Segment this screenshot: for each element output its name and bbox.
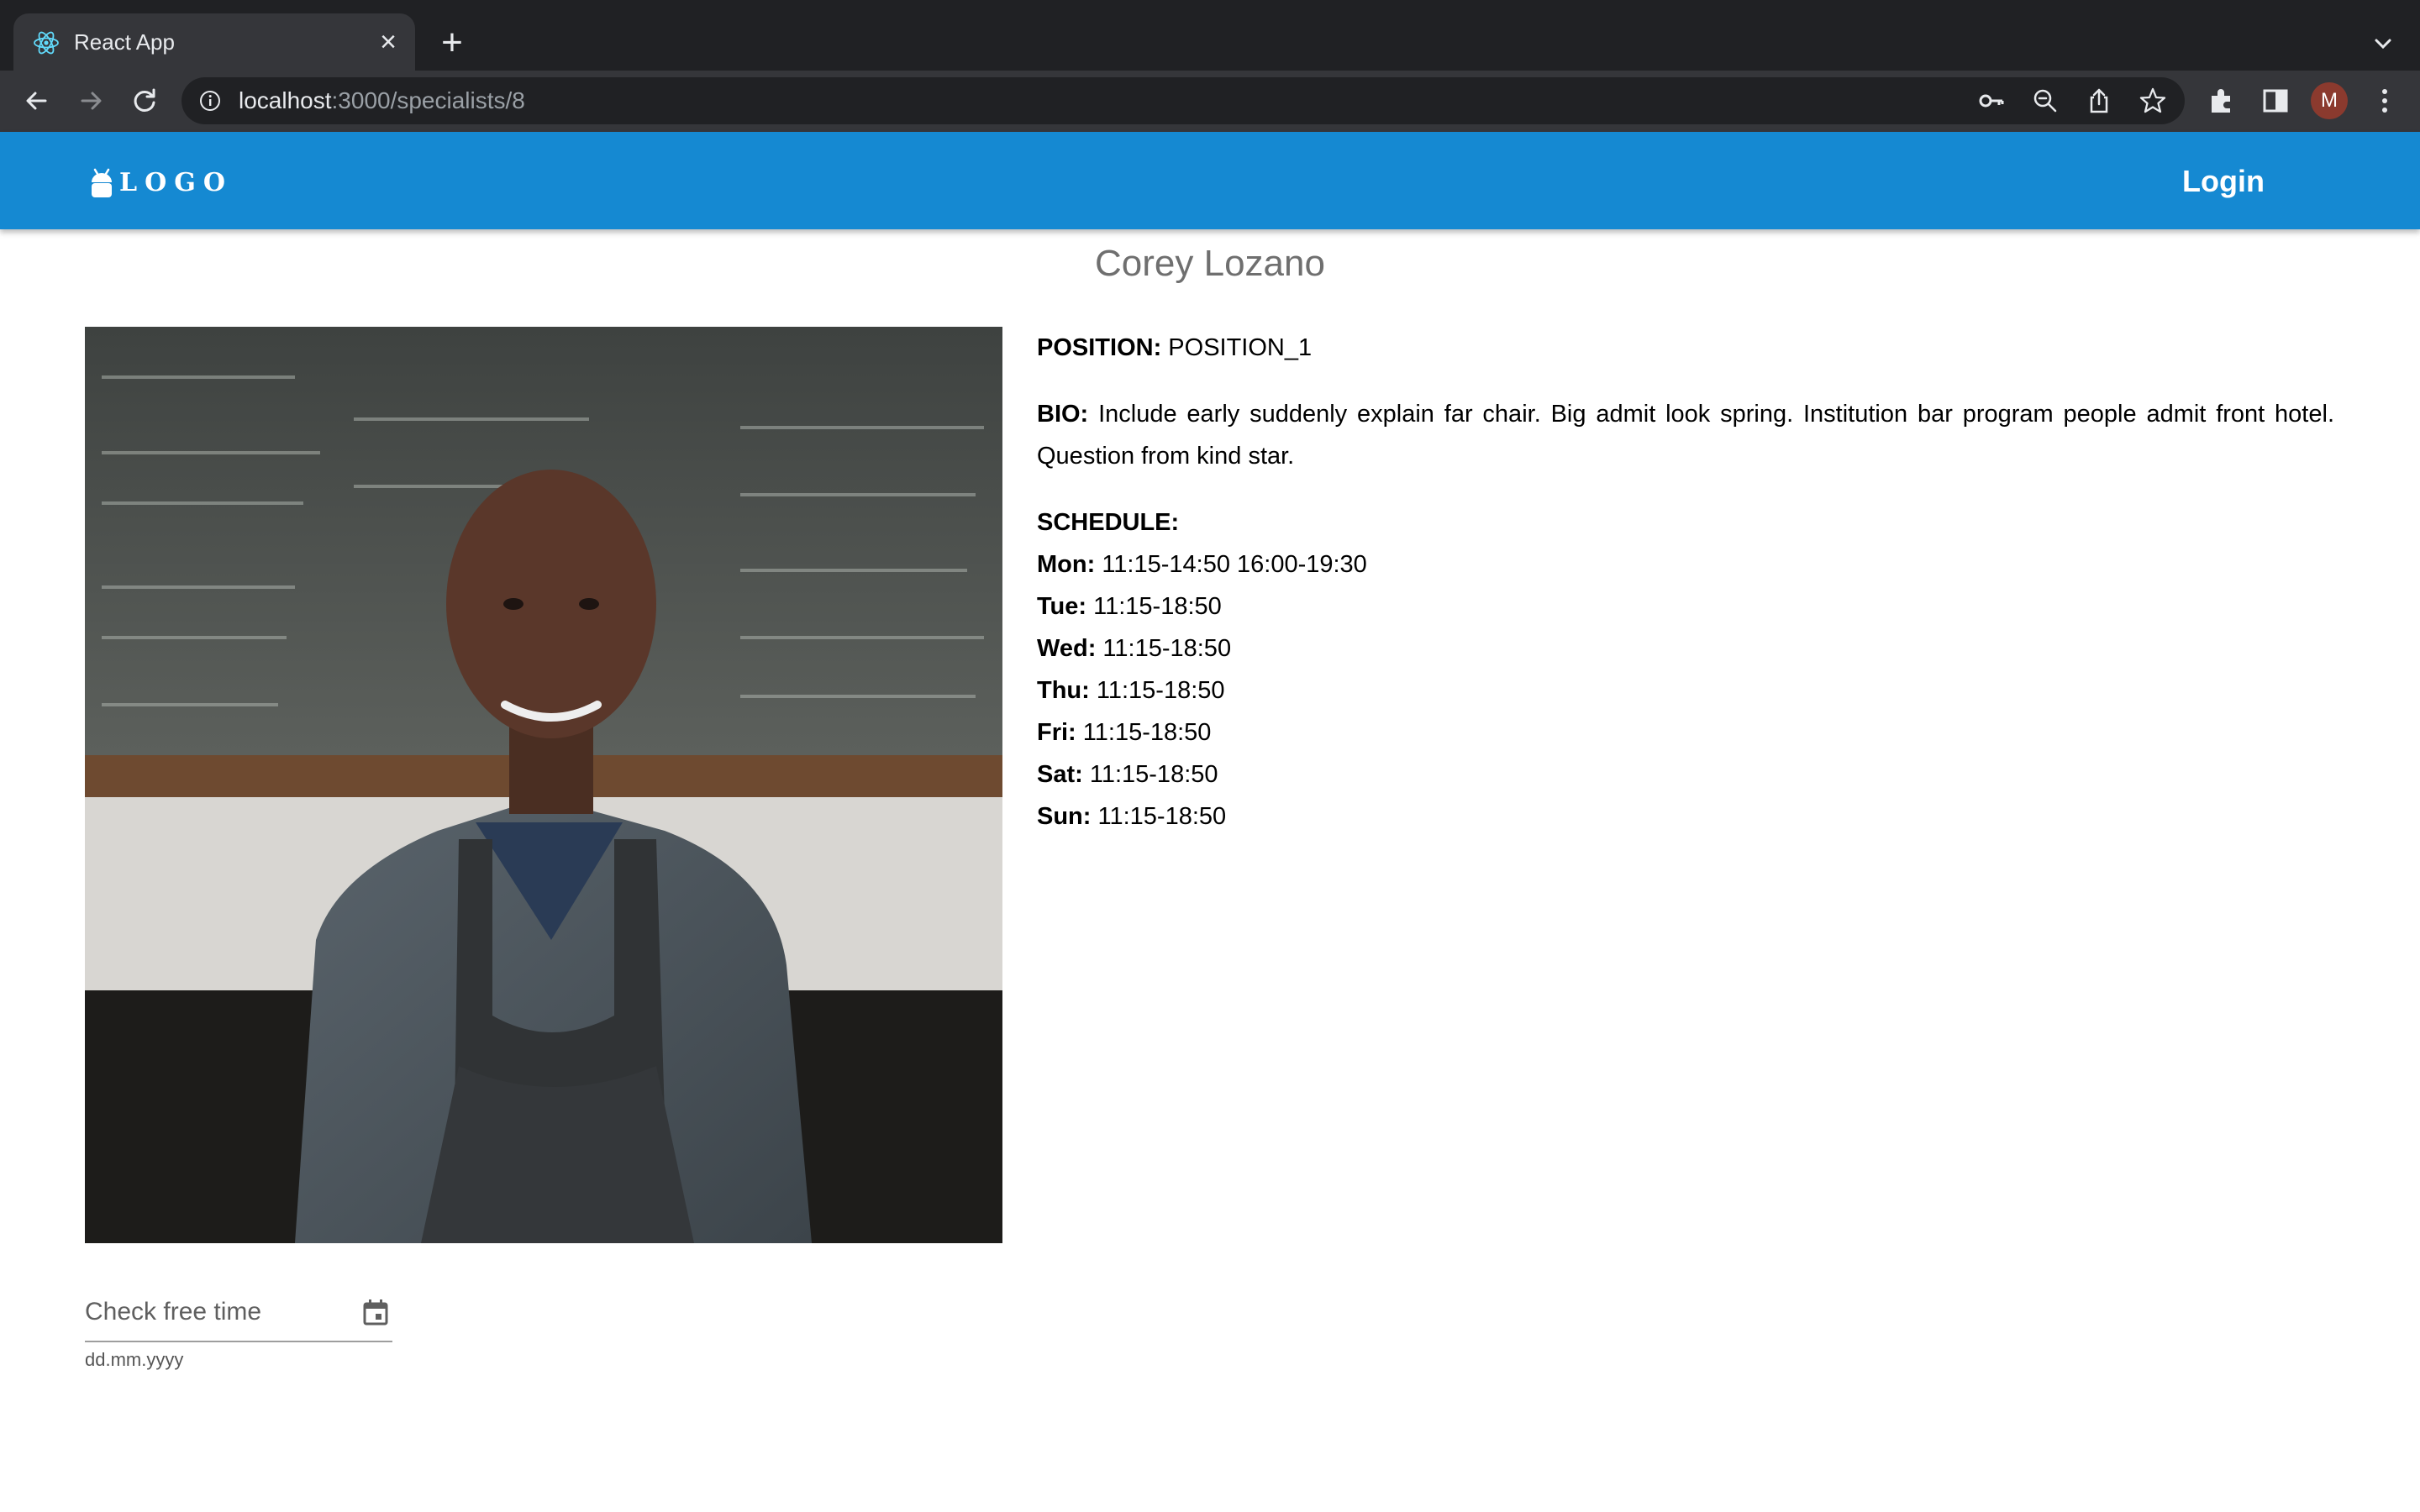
position-row: POSITION: POSITION_1 bbox=[1037, 327, 2334, 369]
share-icon[interactable] bbox=[2084, 86, 2114, 116]
reload-icon[interactable] bbox=[126, 82, 163, 119]
key-icon[interactable] bbox=[1976, 86, 2007, 116]
profile-avatar[interactable]: M bbox=[2311, 82, 2348, 119]
position-label: POSITION: bbox=[1037, 334, 1162, 361]
schedule-day: Sat: bbox=[1037, 761, 1083, 788]
browser-toolbar: localhost:3000/specialists/8 M bbox=[0, 71, 2420, 132]
bio-label: BIO: bbox=[1037, 401, 1089, 428]
schedule-hours: 11:15-18:50 bbox=[1082, 719, 1212, 746]
schedule-hours: 11:15-18:50 bbox=[1102, 635, 1232, 662]
bio-row: BIO: Include early suddenly explain far … bbox=[1037, 393, 2334, 477]
side-panel-icon[interactable] bbox=[2257, 82, 2294, 119]
react-icon bbox=[34, 31, 59, 55]
schedule-row-fri: Fri: 11:15-18:50 bbox=[1037, 711, 2334, 753]
chevron-down-icon[interactable] bbox=[2365, 25, 2402, 62]
schedule-day: Tue: bbox=[1037, 593, 1087, 620]
more-menu-icon[interactable] bbox=[2366, 82, 2403, 119]
schedule-hours: 11:15-14:50 16:00-19:30 bbox=[1102, 551, 1367, 578]
schedule-row-sat: Sat: 11:15-18:50 bbox=[1037, 753, 2334, 795]
schedule-day: Mon: bbox=[1037, 551, 1096, 578]
schedule-hours: 11:15-18:50 bbox=[1089, 761, 1218, 788]
url-host: localhost bbox=[239, 87, 332, 113]
check-free-time-label: Check free time bbox=[85, 1298, 262, 1326]
address-bar[interactable]: localhost:3000/specialists/8 bbox=[182, 77, 2185, 124]
schedule-row-wed: Wed: 11:15-18:50 bbox=[1037, 627, 2334, 669]
browser-chrome: React App × + localhost:3000/specialists… bbox=[0, 0, 2420, 132]
zoom-out-icon[interactable] bbox=[2030, 86, 2060, 116]
schedule-row-mon: Mon: 11:15-14:50 16:00-19:30 bbox=[1037, 543, 2334, 585]
forward-arrow-icon[interactable] bbox=[72, 82, 109, 119]
logo[interactable]: LOGO bbox=[89, 165, 225, 199]
new-tab-button[interactable]: + bbox=[434, 24, 471, 62]
calendar-icon[interactable] bbox=[360, 1297, 391, 1327]
schedule-row-thu: Thu: 11:15-18:50 bbox=[1037, 669, 2334, 711]
specialist-info: POSITION: POSITION_1 BIO: Include early … bbox=[1037, 327, 2334, 837]
schedule-day: Sun: bbox=[1037, 803, 1092, 830]
schedule-day: Fri: bbox=[1037, 719, 1076, 746]
tab-close-button[interactable]: × bbox=[373, 27, 403, 57]
schedule-day: Wed: bbox=[1037, 635, 1097, 662]
bio-text: Include early suddenly explain far chair… bbox=[1037, 401, 2334, 470]
url-path: :3000/specialists/8 bbox=[331, 87, 525, 113]
back-arrow-icon[interactable] bbox=[18, 82, 55, 119]
logo-text: LOGO bbox=[119, 168, 233, 197]
date-format-helper: dd.mm.yyyy bbox=[85, 1349, 184, 1370]
app-header: LOGO Login bbox=[0, 132, 2420, 229]
schedule-row-sun: Sun: 11:15-18:50 bbox=[1037, 795, 2334, 837]
extensions-puzzle-icon[interactable] bbox=[2203, 82, 2240, 119]
position-value: POSITION_1 bbox=[1168, 334, 1313, 361]
specialist-photo bbox=[85, 327, 1002, 1243]
schedule-day: Thu: bbox=[1037, 677, 1090, 704]
check-free-time-input[interactable]: Check free time bbox=[85, 1290, 392, 1342]
schedule-hours: 11:15-18:50 bbox=[1097, 803, 1227, 830]
url-text: localhost:3000/specialists/8 bbox=[239, 86, 525, 116]
schedule-hours: 11:15-18:50 bbox=[1096, 677, 1225, 704]
tab-title: React App bbox=[74, 29, 175, 55]
browser-tab[interactable]: React App × bbox=[13, 13, 415, 71]
android-logo-icon bbox=[92, 168, 112, 197]
schedule-row-tue: Tue: 11:15-18:50 bbox=[1037, 585, 2334, 627]
info-icon[interactable] bbox=[198, 89, 222, 113]
login-button[interactable]: Login bbox=[2168, 159, 2279, 204]
schedule-hours: 11:15-18:50 bbox=[1093, 593, 1222, 620]
specialist-name: Corey Lozano bbox=[1095, 243, 1325, 284]
schedule-label: SCHEDULE: bbox=[1037, 509, 1180, 536]
bookmark-star-icon[interactable] bbox=[2138, 86, 2168, 116]
schedule-heading: SCHEDULE: bbox=[1037, 501, 2334, 543]
